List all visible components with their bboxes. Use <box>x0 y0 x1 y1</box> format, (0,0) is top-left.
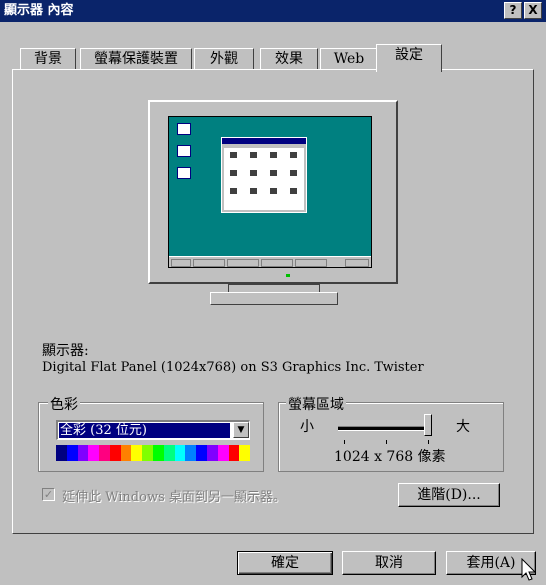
preview-icon <box>250 152 257 158</box>
tab-effects[interactable]: 效果 <box>260 48 318 70</box>
help-button[interactable]: ? <box>504 2 522 19</box>
palette-swatch <box>77 445 89 461</box>
preview-task <box>295 259 327 267</box>
preview-task <box>227 259 259 267</box>
palette-swatch <box>99 445 110 461</box>
preview-icon <box>230 188 237 194</box>
palette-swatch <box>239 445 251 461</box>
preview-tray <box>345 259 369 267</box>
tab-appearance[interactable]: 外觀 <box>194 48 254 70</box>
close-button[interactable]: X <box>524 2 542 19</box>
title-bar[interactable]: 顯示器 內容 ? X <box>0 0 546 22</box>
preview-icon <box>250 170 257 176</box>
colors-group-label: 色彩 <box>48 394 80 414</box>
preview-start-button <box>171 259 191 267</box>
palette-swatch <box>153 445 164 461</box>
screen-area-group-label: 螢幕區域 <box>286 394 346 414</box>
preview-window-titlebar <box>222 138 306 144</box>
advanced-button[interactable]: 進階(D)... <box>398 483 500 507</box>
preview-window <box>221 137 307 213</box>
monitor-base <box>210 292 338 305</box>
recycle-bin-icon <box>177 167 191 179</box>
window-title: 顯示器 內容 <box>4 3 74 18</box>
preview-icon <box>290 170 297 176</box>
tab-settings[interactable]: 設定 <box>376 44 442 72</box>
color-depth-value: 全彩 (32 位元) <box>59 423 230 438</box>
palette-swatch <box>131 445 143 461</box>
tab-background[interactable]: 背景 <box>20 48 76 70</box>
preview-icon <box>270 170 277 176</box>
monitor-bezel <box>148 100 398 284</box>
network-icon <box>177 145 191 157</box>
preview-icon <box>230 152 237 158</box>
preview-taskbar <box>169 256 371 267</box>
extend-desktop-label: 延伸此 Windows 桌面到另一顯示器。 <box>62 490 286 505</box>
preview-icon <box>270 188 277 194</box>
palette-swatch <box>206 445 218 461</box>
resolution-slider-thumb[interactable] <box>424 414 432 436</box>
my-computer-icon <box>177 123 191 135</box>
palette-swatch <box>109 445 121 461</box>
preview-task <box>261 259 293 267</box>
palette-swatch <box>88 445 100 461</box>
monitor-preview <box>148 100 398 307</box>
preview-icon <box>290 188 297 194</box>
resolution-value: 1024 x 768 像素 <box>334 449 446 465</box>
preview-icon <box>250 188 257 194</box>
mouse-pointer-icon <box>521 558 537 581</box>
tab-web[interactable]: Web <box>320 48 378 70</box>
preview-icon <box>230 170 237 176</box>
monitor-screen <box>168 116 372 268</box>
preview-window-body <box>224 148 304 210</box>
palette-swatch <box>196 445 207 461</box>
palette-swatch <box>217 445 229 461</box>
slider-tick <box>386 440 387 444</box>
slider-tick <box>344 440 345 444</box>
extend-desktop-checkbox[interactable]: ✓ <box>42 488 55 501</box>
palette-swatch <box>174 445 186 461</box>
preview-icon <box>270 152 277 158</box>
slider-min-label: 小 <box>300 419 314 435</box>
palette-swatch <box>120 445 132 461</box>
palette-swatch <box>163 445 175 461</box>
chevron-down-icon[interactable]: ▼ <box>233 422 249 438</box>
preview-icon <box>290 152 297 158</box>
preview-task <box>193 259 225 267</box>
display-properties-dialog: 顯示器 內容 ? X 背景 螢幕保護裝置 外觀 效果 Web 設定 顯示器: D… <box>0 0 546 585</box>
slider-tick <box>428 440 429 444</box>
palette-swatch <box>185 445 197 461</box>
ok-button[interactable]: 確定 <box>237 551 333 575</box>
palette-swatch <box>66 445 78 461</box>
palette-swatch <box>142 445 154 461</box>
color-depth-select[interactable]: 全彩 (32 位元) ▼ <box>56 420 250 440</box>
palette-swatch <box>228 445 240 461</box>
display-label: 顯示器: <box>42 343 89 359</box>
palette-swatch <box>56 445 67 461</box>
tab-screensaver[interactable]: 螢幕保護裝置 <box>80 48 192 70</box>
slider-max-label: 大 <box>456 419 470 435</box>
resolution-slider-track[interactable] <box>338 426 430 431</box>
color-palette-preview <box>56 445 251 461</box>
power-led <box>286 274 290 277</box>
cancel-button[interactable]: 取消 <box>342 551 436 575</box>
display-device: Digital Flat Panel (1024x768) on S3 Grap… <box>42 360 424 375</box>
